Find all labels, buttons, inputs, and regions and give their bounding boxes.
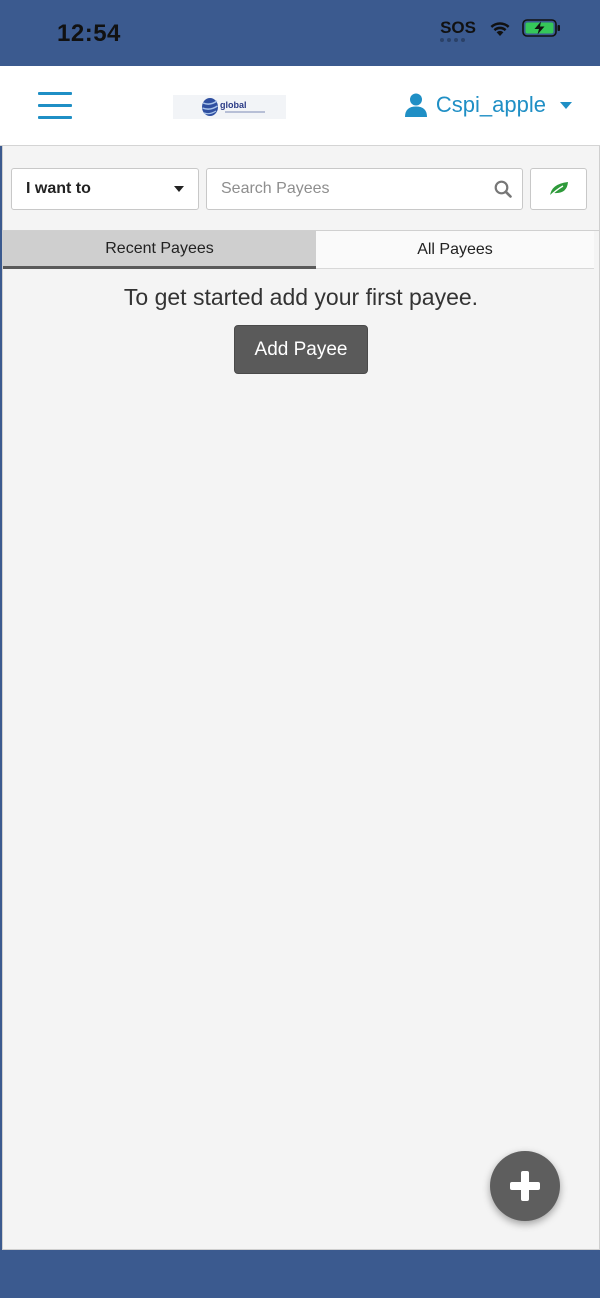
status-bar: 12:54 SOS: [0, 0, 600, 66]
logo-tagline-bar: [225, 111, 265, 113]
status-indicators: SOS: [440, 18, 562, 42]
sos-dots: [440, 38, 466, 42]
bottom-bar: [0, 1250, 600, 1298]
sos-indicator: SOS: [440, 18, 476, 42]
app-header: global Cspi_apple: [0, 66, 600, 146]
bank-logo: global: [173, 95, 286, 119]
add-fab-button[interactable]: [490, 1151, 560, 1221]
search-payees-input[interactable]: [207, 169, 477, 209]
empty-state-message: To get started add your first payee.: [123, 284, 479, 310]
user-menu[interactable]: Cspi_apple: [404, 92, 572, 118]
status-time: 12:54: [57, 20, 121, 47]
battery-charging-icon: [522, 19, 560, 37]
plus-icon: [510, 1171, 540, 1201]
eco-toggle-button[interactable]: [530, 168, 587, 210]
search-icon[interactable]: [494, 180, 512, 198]
chevron-down-icon: [560, 101, 572, 109]
payee-tabs: Recent Payees All Payees: [3, 230, 599, 271]
user-name: Cspi_apple: [435, 92, 546, 117]
i-want-to-label: I want to: [26, 180, 91, 197]
i-want-to-dropdown[interactable]: I want to: [11, 168, 199, 210]
add-payee-button[interactable]: Add Payee: [234, 325, 368, 374]
leaf-icon: [548, 182, 568, 198]
wifi-icon: [490, 22, 510, 36]
tab-recent-payees[interactable]: Recent Payees: [3, 231, 316, 269]
logo-text: global: [220, 99, 247, 110]
hamburger-menu-icon[interactable]: [38, 92, 72, 120]
search-box: [206, 168, 523, 210]
tab-all-payees[interactable]: All Payees: [316, 231, 594, 269]
sos-label: SOS: [440, 18, 476, 37]
payees-content: I want to Recent Payees All Payees To ge…: [2, 146, 600, 1250]
user-icon: [404, 93, 427, 117]
globe-logo-icon: [202, 98, 218, 116]
chevron-down-icon: [174, 186, 184, 192]
